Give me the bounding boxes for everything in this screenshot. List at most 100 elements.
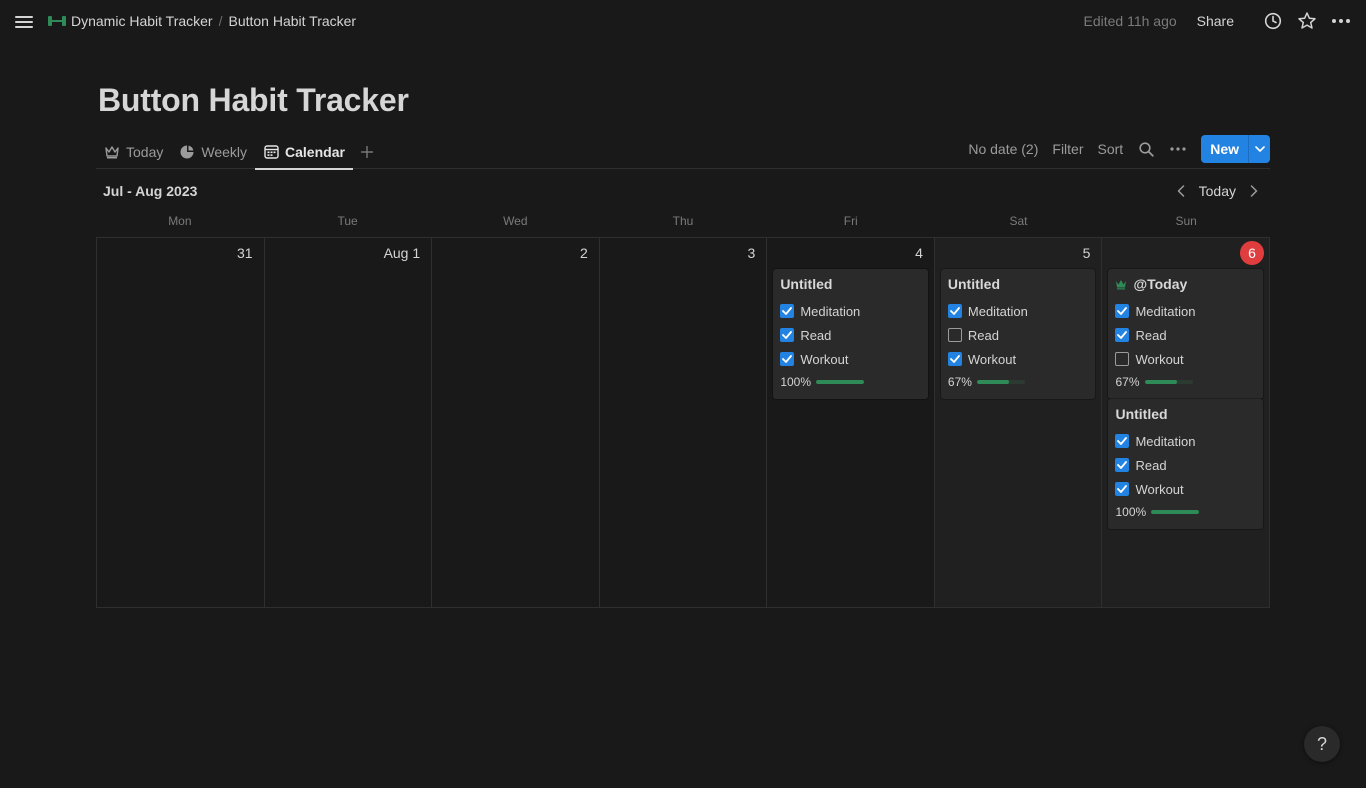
chevron-right-icon[interactable] (1244, 181, 1264, 201)
calendar-grid: 31 Aug 1 2 3 4 Untitled Meditation Read … (96, 237, 1270, 608)
weekday-label: Sat (1009, 214, 1028, 228)
weekday-label: Fri (843, 214, 858, 228)
habit-row: Read (1115, 453, 1256, 477)
more-icon[interactable] (1330, 10, 1352, 32)
no-date-button[interactable]: No date (2) (968, 141, 1038, 157)
search-icon[interactable] (1137, 140, 1155, 158)
checkbox-checked[interactable] (1115, 458, 1130, 472)
habit-label: Meditation (1135, 303, 1196, 319)
card-title: Untitled (1115, 405, 1168, 422)
add-view-icon[interactable] (355, 134, 379, 169)
card-title: Untitled (947, 275, 1000, 292)
habit-row: Workout (947, 347, 1089, 371)
breadcrumb-current[interactable]: Button Habit Tracker (225, 12, 359, 30)
checkbox-checked[interactable] (780, 352, 795, 366)
breadcrumb-separator: / (218, 13, 223, 29)
tab-calendar[interactable]: Calendar (255, 134, 353, 170)
checkbox-checked[interactable] (780, 304, 795, 318)
month-nav: Today (1171, 181, 1264, 201)
top-bar: Dynamic Habit Tracker / Button Habit Tra… (0, 0, 1366, 45)
habit-label: Workout (1135, 351, 1184, 367)
breadcrumb: Dynamic Habit Tracker / Button Habit Tra… (44, 12, 359, 30)
weekday-label: Mon (168, 214, 192, 228)
today-button[interactable]: Today (1199, 183, 1236, 199)
more-options-icon[interactable] (1169, 140, 1187, 158)
dumbbell-icon (47, 14, 67, 28)
sort-button[interactable]: Sort (1098, 141, 1124, 157)
progress-row: 100% (1115, 501, 1256, 523)
day-cell[interactable]: 31 (97, 238, 265, 607)
day-cell[interactable]: 2 (432, 238, 600, 607)
day-number: 2 (579, 245, 588, 261)
weekday-label: Wed (503, 214, 528, 228)
day-cell[interactable]: 4 Untitled Meditation Read Workout 100% (767, 238, 935, 607)
checkbox-checked[interactable] (947, 352, 962, 366)
breadcrumb-parent[interactable]: Dynamic Habit Tracker (44, 12, 216, 30)
habit-row: Meditation (1115, 299, 1256, 323)
habit-row: Read (947, 323, 1089, 347)
star-icon[interactable] (1296, 10, 1318, 32)
weekday-label: Tue (337, 214, 358, 228)
progress-row: 67% (948, 371, 1089, 393)
new-button[interactable]: New (1201, 135, 1248, 163)
weekday-label: Thu (672, 214, 694, 228)
menu-icon[interactable] (14, 13, 34, 31)
progress-fill (816, 380, 865, 384)
card-title: Untitled (780, 275, 833, 292)
day-cell[interactable]: Aug 1 (264, 238, 433, 607)
day-cell[interactable]: 3 (599, 238, 768, 607)
checkbox-checked[interactable] (1115, 482, 1130, 496)
share-button[interactable]: Share (1197, 13, 1234, 29)
chevron-left-icon[interactable] (1171, 181, 1191, 201)
card-title-row: @Today (1115, 275, 1256, 292)
chevron-down-icon[interactable] (1248, 135, 1270, 163)
checkbox-checked[interactable] (780, 328, 795, 342)
habit-card[interactable]: Untitled Meditation Read Workout 100% (773, 269, 928, 399)
habit-row: Read (780, 323, 921, 347)
progress-label: 100% (780, 375, 812, 389)
day-number: 5 (1082, 245, 1091, 261)
filter-button[interactable]: Filter (1052, 141, 1083, 157)
day-number: Aug 1 (383, 245, 421, 261)
progress-fill (1151, 510, 1200, 514)
habit-label: Workout (800, 351, 849, 367)
day-cell[interactable]: 5 Untitled Meditation Read Workout 67% (934, 238, 1103, 607)
habit-label: Meditation (1135, 433, 1196, 449)
tab-label: Calendar (285, 143, 345, 160)
calendar-icon (263, 144, 279, 160)
top-actions: Edited 11h ago Share (1083, 10, 1352, 32)
tab-weekly[interactable]: Weekly (171, 134, 255, 169)
habit-row: Read (1115, 323, 1256, 347)
tab-label: Today (126, 143, 164, 160)
progress-label: 67% (947, 375, 972, 389)
habit-label: Meditation (967, 303, 1028, 319)
weekday-label: Sun (1175, 214, 1197, 228)
habit-card[interactable]: Untitled Meditation Read Workout 100% (1108, 399, 1264, 529)
crown-icon (104, 144, 120, 160)
clock-icon[interactable] (1262, 10, 1284, 32)
checkbox-checked[interactable] (1115, 434, 1130, 448)
checkbox-checked[interactable] (1115, 328, 1130, 342)
page-title[interactable]: Button Habit Tracker (98, 82, 409, 119)
progress-fill (1144, 380, 1177, 384)
tab-label: Weekly (201, 143, 248, 160)
checkbox-checked[interactable] (1115, 304, 1130, 318)
checkbox-checked[interactable] (947, 304, 962, 318)
day-number: 4 (915, 245, 923, 261)
progress-label: 100% (1115, 505, 1147, 519)
habit-card[interactable]: @Today Meditation Read Workout 67% (1108, 269, 1264, 399)
habit-label: Workout (1135, 481, 1184, 497)
day-number: 3 (747, 245, 756, 261)
habit-label: Read (1135, 327, 1167, 343)
progress-row: 67% (1115, 371, 1256, 393)
day-cell[interactable]: 6 @Today Meditation Read Workout 67% Unt… (1102, 238, 1270, 607)
help-button[interactable]: ? (1304, 726, 1340, 762)
edited-status: Edited 11h ago (1083, 13, 1177, 29)
pie-chart-icon (179, 144, 195, 160)
checkbox-unchecked[interactable] (947, 328, 962, 342)
habit-card[interactable]: Untitled Meditation Read Workout 67% (940, 269, 1096, 399)
day-number: 31 (237, 245, 253, 261)
checkbox-unchecked[interactable] (1115, 352, 1130, 366)
tab-today[interactable]: Today (96, 134, 171, 169)
progress-bar (976, 380, 1025, 384)
